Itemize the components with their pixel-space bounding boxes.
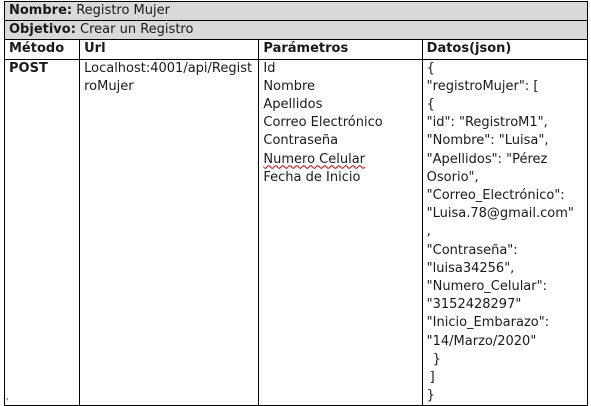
json-line: "Nombre": "Luisa", xyxy=(426,133,549,149)
json-line: "Luisa.78@gmail.com" xyxy=(426,206,574,222)
json-line: "registroMujer": [ xyxy=(426,78,539,94)
param-id: Id xyxy=(263,60,276,76)
json-line: ] xyxy=(429,370,435,386)
url-cell: Localhost:4001/api/RegistroMujer xyxy=(79,58,260,406)
json-line: "14/Marzo/2020" xyxy=(426,333,537,349)
objetivo-cell: Objetivo: Crear un Registro xyxy=(4,20,588,41)
json-cell: { "registroMujer": [ { "id": "RegistroM1… xyxy=(421,58,589,406)
url-text: Localhost:4001/api/RegistroMujer xyxy=(84,60,253,94)
json-line: "Contraseña": xyxy=(426,242,518,258)
param-fecha-inicio: Fecha de Inicio xyxy=(263,169,361,185)
endpoint-table: Nombre: Registro Mujer Objetivo: Crear u… xyxy=(3,0,589,406)
header-url: Url xyxy=(79,39,260,60)
json-line: } xyxy=(432,351,441,367)
stray-cursor-mark: ' xyxy=(6,397,9,406)
json-line: "luisa34256", xyxy=(426,260,515,276)
json-line: , xyxy=(426,224,431,240)
json-line: "id": "RegistroM1", xyxy=(426,115,548,131)
json-line: "Correo_Electrónico": xyxy=(426,188,565,204)
param-correo: Correo Electrónico xyxy=(263,115,383,131)
method-cell: POST xyxy=(3,58,81,406)
param-apellidos: Apellidos xyxy=(263,97,323,113)
json-line: "Numero_Celular": xyxy=(426,279,547,295)
json-line: { xyxy=(426,60,435,76)
json-line: "Inicio_Embarazo": xyxy=(426,315,550,331)
column-header-row: Método Url Parámetros Datos(json) xyxy=(3,39,589,60)
json-line: Osorio", xyxy=(426,169,479,185)
params-cell: Id Nombre Apellidos Correo Electrónico C… xyxy=(258,58,423,406)
param-numero-celular: Numero Celular xyxy=(263,151,417,169)
header-datos: Datos(json) xyxy=(421,39,589,60)
nombre-cell: Nombre: Registro Mujer xyxy=(4,0,588,22)
nombre-value: Registro Mujer xyxy=(76,3,170,18)
objetivo-row: Objetivo: Crear un Registro xyxy=(4,20,588,41)
objetivo-label: Objetivo: xyxy=(9,22,76,38)
nombre-row: Nombre: Registro Mujer xyxy=(4,0,588,22)
objetivo-value: Crear un Registro xyxy=(80,22,194,38)
header-parametros: Parámetros xyxy=(258,39,423,60)
json-line: { xyxy=(426,97,435,113)
json-line: "Apellidos": "Pérez xyxy=(426,151,548,167)
spellcheck-underline: Numero Celular xyxy=(263,151,366,167)
param-contrasena: Contraseña xyxy=(263,133,339,149)
endpoint-row: POST Localhost:4001/api/RegistroMujer Id… xyxy=(3,58,589,406)
header-metodo: Método xyxy=(3,39,81,60)
nombre-label: Nombre: xyxy=(9,3,73,18)
json-line: "3152428297" xyxy=(426,297,522,313)
param-nombre: Nombre xyxy=(263,78,316,94)
